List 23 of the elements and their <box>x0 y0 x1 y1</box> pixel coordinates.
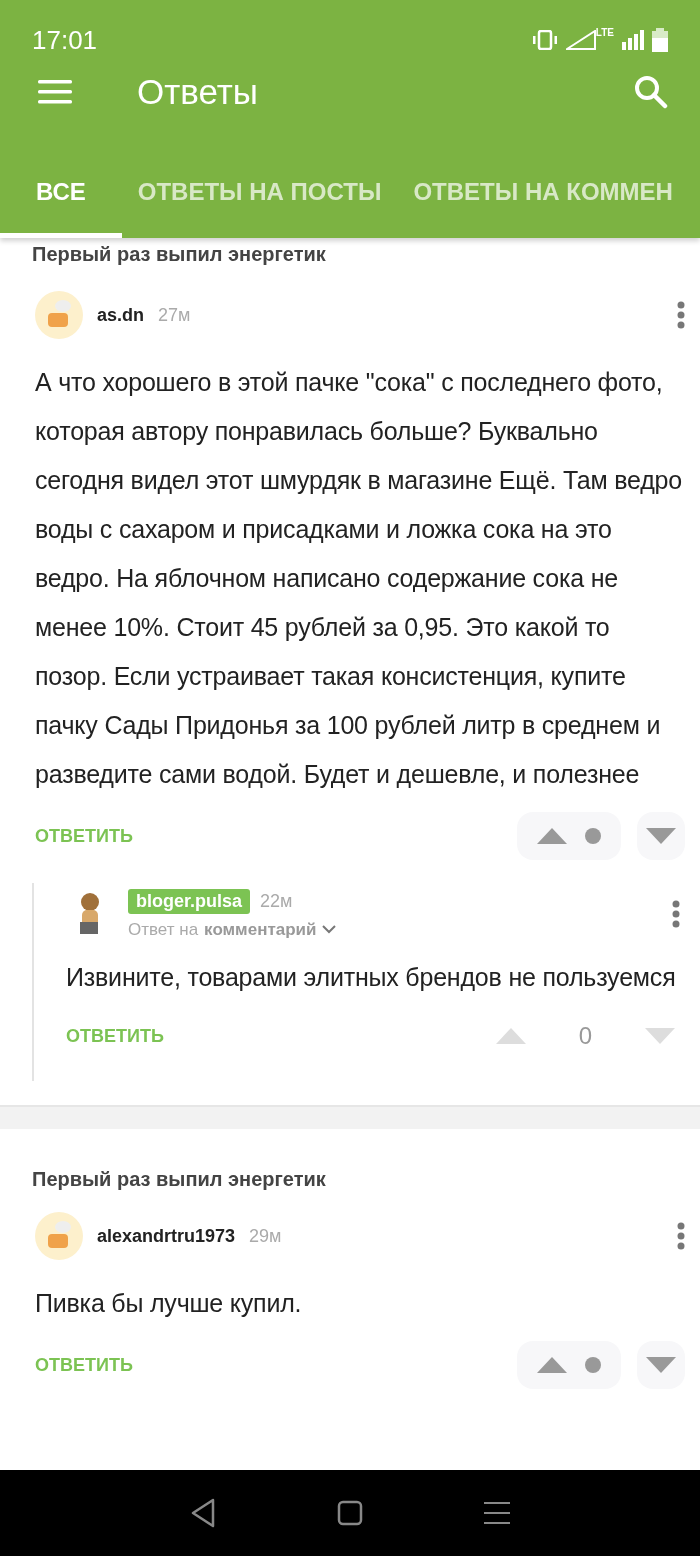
username[interactable]: alexandrtru1973 <box>97 1225 236 1247</box>
post-title[interactable]: Первый раз выпил энергетик <box>32 242 668 266</box>
screen-title: Ответы <box>137 72 259 112</box>
reply-link[interactable]: ОТВЕТИТЬ <box>35 1354 133 1376</box>
reply-to-label: Ответ на <box>128 919 199 940</box>
username[interactable]: bloger.pulsa <box>128 888 251 914</box>
comment-text: Пивка бы лучше купил. <box>35 1288 303 1319</box>
tab[interactable]: ОТВЕТЫ НА ПОСТЫ <box>121 150 398 238</box>
status-time: 17:01 <box>32 24 98 56</box>
reply-to-link[interactable]: комментарий <box>204 919 317 940</box>
username[interactable]: as.dn <box>97 304 144 326</box>
comment-time: 22м <box>260 890 293 912</box>
comment-time: 29м <box>249 1225 282 1247</box>
reply-link[interactable]: ОТВЕТИТЬ <box>35 825 133 847</box>
comment-text: Извините, товарами элитных брендов не пользуемся <box>66 962 677 993</box>
network-type: LTE <box>595 26 614 38</box>
post-title[interactable]: Первый раз выпил энергетик <box>32 1167 668 1191</box>
tab[interactable]: ВСЕ <box>0 150 122 238</box>
comment-time: 27м <box>158 304 191 326</box>
reply-link[interactable]: ОТВЕТИТЬ <box>66 1025 164 1047</box>
tab[interactable]: ОТВЕТЫ НА КОММЕН <box>397 150 689 238</box>
rating: 0 <box>578 1022 592 1050</box>
comment-text: А что хорошего в этой пачке "сока" с последнего фото, которая автору понравилась больше? Буквально сегодня видел этот шмурдяк в магазине Ещё. Там ведро воды с сахаром и присадками и ложка сока на это ведро. На яблочном написано содержание сока не менее 10%. Стоит 45 рублей за 0,95. Это какой то позор. Если устраивает такая консистенция, купите пачку Сады Придонья за 100 рублей литр в среднем и разведите сами водой. Будет и дешевле, и полезнее <box>35 367 684 790</box>
